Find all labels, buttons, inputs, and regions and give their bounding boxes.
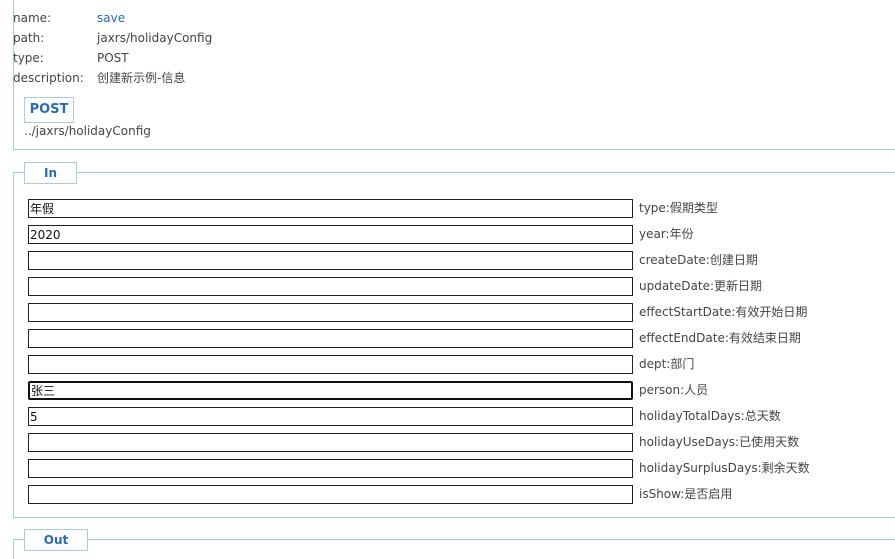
param-row-holidaysurplusdays: holidaySurplusDays:剩余天数 — [28, 459, 828, 479]
meta-name-key: name: — [13, 11, 52, 25]
param-row-effectenddate: effectEndDate:有效结束日期 — [28, 329, 828, 349]
post-method-button[interactable]: POST — [24, 97, 74, 123]
meta-type-key: type: — [13, 51, 44, 65]
meta-name-value[interactable]: save — [97, 10, 125, 26]
meta-path-key: path: — [13, 31, 45, 45]
dept-label: dept:部门 — [639, 357, 695, 371]
param-row-isshow: isShow:是否启用 — [28, 485, 828, 505]
type-input[interactable] — [28, 199, 633, 218]
holidaysurplusdays-input[interactable] — [28, 459, 633, 478]
updatedate-input[interactable] — [28, 277, 633, 296]
meta-path-value: jaxrs/holidayConfig — [97, 31, 213, 45]
effectenddate-input[interactable] — [28, 329, 633, 348]
createdate-label: createDate:创建日期 — [639, 253, 758, 267]
endpoint-url: ../jaxrs/holidayConfig — [24, 124, 151, 138]
param-row-effectstartdate: effectStartDate:有效开始日期 — [28, 303, 828, 323]
year-input[interactable] — [28, 225, 633, 244]
holidaytotaldays-label: holidayTotalDays:总天数 — [639, 409, 781, 423]
year-label: year:年份 — [639, 227, 694, 241]
in-section-legend: In — [24, 162, 77, 184]
param-row-createdate: createDate:创建日期 — [28, 251, 828, 271]
isshow-input[interactable] — [28, 485, 633, 504]
meta-description-value: 创建新示例-信息 — [97, 71, 186, 85]
holidaytotaldays-input[interactable] — [28, 407, 633, 426]
out-section-legend: Out — [24, 529, 88, 551]
effectstartdate-label: effectStartDate:有效开始日期 — [639, 305, 808, 319]
param-row-person: person:人员 — [28, 381, 828, 401]
person-label: person:人员 — [639, 383, 709, 397]
param-row-holidaytotaldays: holidayTotalDays:总天数 — [28, 407, 828, 427]
holidayusedays-input[interactable] — [28, 433, 633, 452]
isshow-label: isShow:是否启用 — [639, 487, 733, 501]
meta-description-key: description: — [13, 71, 84, 85]
param-row-holidayusedays: holidayUseDays:已使用天数 — [28, 433, 828, 453]
meta-type-value: POST — [97, 51, 129, 65]
person-input[interactable] — [28, 381, 633, 400]
type-label: type:假期类型 — [639, 201, 718, 215]
updatedate-label: updateDate:更新日期 — [639, 279, 763, 293]
effectenddate-label: effectEndDate:有效结束日期 — [639, 331, 801, 345]
param-row-updatedate: updateDate:更新日期 — [28, 277, 828, 297]
holidayusedays-label: holidayUseDays:已使用天数 — [639, 435, 800, 449]
dept-input[interactable] — [28, 355, 633, 374]
param-row-year: year:年份 — [28, 225, 828, 245]
holidaysurplusdays-label: holidaySurplusDays:剩余天数 — [639, 461, 810, 475]
effectstartdate-input[interactable] — [28, 303, 633, 322]
param-row-type: type:假期类型 — [28, 199, 828, 219]
out-parameters-panel — [13, 539, 895, 559]
param-row-dept: dept:部门 — [28, 355, 828, 375]
createdate-input[interactable] — [28, 251, 633, 270]
